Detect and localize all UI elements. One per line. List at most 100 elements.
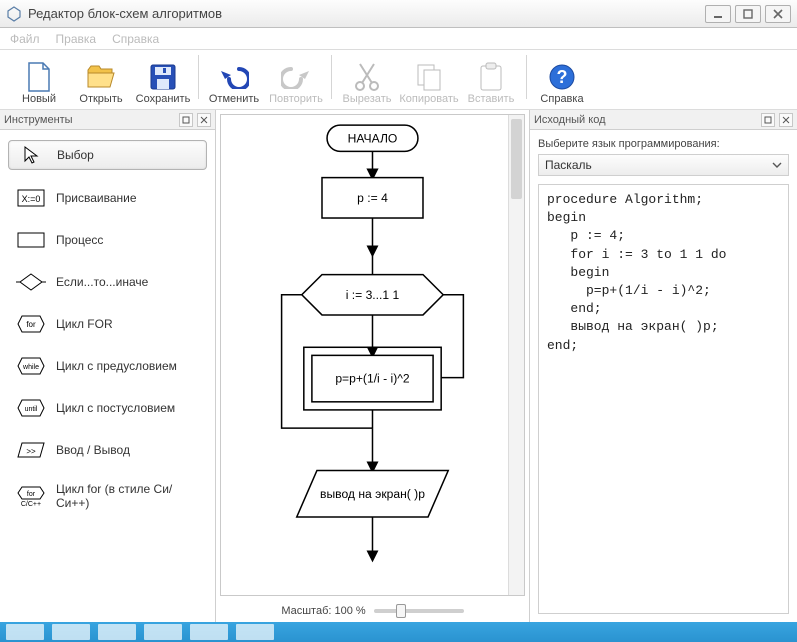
source-code[interactable]: procedure Algorithm; begin p := 4; for i… (538, 184, 789, 614)
code-panel-title-text: Исходный код (534, 114, 606, 126)
floppy-save-icon (149, 61, 177, 93)
tool-for[interactable]: for Цикл FOR (8, 310, 207, 338)
language-label: Выберите язык программирования: (530, 130, 797, 154)
taskbar-item[interactable] (98, 624, 136, 640)
svg-text:for: for (26, 320, 36, 329)
taskbar-item[interactable] (144, 624, 182, 640)
help-icon: ? (548, 61, 576, 93)
menu-help[interactable]: Справка (112, 32, 159, 46)
os-taskbar (0, 622, 797, 642)
tool-label: Цикл FOR (56, 317, 113, 331)
flow-node-loop: i := 3...1 1 (346, 288, 400, 302)
code-panel-title: Исходный код (530, 110, 797, 130)
toolbar-label: Копировать (399, 93, 458, 105)
svg-text:for: for (27, 491, 36, 498)
file-new-icon (26, 61, 52, 93)
toolbar-separator (331, 55, 332, 99)
redo-button[interactable]: Повторить (265, 59, 327, 107)
flowchart-canvas[interactable]: НАЧАЛО p := 4 i := 3...1 1 p=p+(1/i - i)… (220, 114, 525, 596)
while-loop-icon: while (16, 356, 46, 376)
toolbar-label: Новый (22, 93, 56, 105)
scrollbar-thumb[interactable] (511, 119, 522, 199)
menu-file[interactable]: Файл (10, 32, 40, 46)
window-title: Редактор блок-схем алгоритмов (28, 6, 222, 21)
toolbar-label: Вырезать (343, 93, 392, 105)
tool-while[interactable]: while Цикл с предусловием (8, 352, 207, 380)
paste-button[interactable]: Вставить (460, 59, 522, 107)
redo-icon (281, 61, 311, 93)
folder-open-icon (86, 61, 116, 93)
svg-text:until: until (25, 406, 38, 413)
panel-close-button[interactable] (197, 113, 211, 127)
copy-button[interactable]: Копировать (398, 59, 460, 107)
minimize-button[interactable] (705, 5, 731, 23)
language-select[interactable]: Паскаль (538, 154, 789, 176)
tool-process[interactable]: Процесс (8, 226, 207, 254)
panel-float-button[interactable] (179, 113, 193, 127)
tool-list: Выбор X:=0 Присваивание Процесс Если...т… (0, 130, 215, 524)
tool-label: Цикл с постусловием (56, 401, 175, 415)
panel-float-button[interactable] (761, 113, 775, 127)
process-icon (16, 230, 46, 250)
save-button[interactable]: Сохранить (132, 59, 194, 107)
panel-close-button[interactable] (779, 113, 793, 127)
close-button[interactable] (765, 5, 791, 23)
flow-node-assign: p := 4 (357, 191, 388, 205)
undo-icon (219, 61, 249, 93)
code-panel: Исходный код Выберите язык программирова… (529, 110, 797, 622)
undo-button[interactable]: Отменить (203, 59, 265, 107)
svg-text:C/C++: C/C++ (21, 501, 41, 507)
tools-panel-title-text: Инструменты (4, 114, 73, 126)
taskbar-item[interactable] (6, 624, 44, 640)
svg-text:?: ? (557, 67, 568, 87)
toolbar-label: Сохранить (136, 93, 191, 105)
svg-text:>>: >> (26, 447, 36, 456)
svg-text:while: while (22, 364, 39, 371)
language-value: Паскаль (545, 158, 592, 172)
cursor-icon (17, 145, 47, 165)
tool-label: Если...то...иначе (56, 275, 148, 289)
toolbar-label: Вставить (468, 93, 515, 105)
menu-bar: Файл Правка Справка (0, 28, 797, 50)
toolbar-label: Открыть (79, 93, 122, 105)
maximize-button[interactable] (735, 5, 761, 23)
scissors-icon (354, 61, 380, 93)
zoom-slider[interactable] (374, 609, 464, 613)
app-icon (6, 6, 22, 22)
cut-button[interactable]: Вырезать (336, 59, 398, 107)
tool-label: Ввод / Вывод (56, 443, 130, 457)
title-bar: Редактор блок-схем алгоритмов (0, 0, 797, 28)
zoom-bar: Масштаб: 100 % (216, 600, 529, 622)
for-loop-icon: for (16, 314, 46, 334)
tools-panel: Инструменты Выбор X:=0 Присваивание Проц… (0, 110, 216, 622)
zoom-slider-thumb[interactable] (396, 604, 406, 618)
taskbar-item[interactable] (52, 624, 90, 640)
toolbar-separator (198, 55, 199, 99)
for-c-icon: for C/C++ (16, 486, 46, 506)
tool-ifelse[interactable]: Если...то...иначе (8, 268, 207, 296)
help-button[interactable]: ? Справка (531, 59, 593, 107)
tool-for-c[interactable]: for C/C++ Цикл for (в стиле Си/Си++) (8, 478, 207, 514)
taskbar-item[interactable] (236, 624, 274, 640)
tool-label: Цикл for (в стиле Си/Си++) (56, 482, 199, 510)
assign-icon: X:=0 (16, 188, 46, 208)
tool-select[interactable]: Выбор (8, 140, 207, 170)
zoom-label: Масштаб: 100 % (281, 605, 365, 617)
tool-until[interactable]: until Цикл с постусловием (8, 394, 207, 422)
tool-assign[interactable]: X:=0 Присваивание (8, 184, 207, 212)
copy-icon (415, 61, 443, 93)
toolbar: Новый Открыть Сохранить Отменить Повтори… (0, 50, 797, 110)
tool-label: Выбор (57, 148, 94, 162)
chevron-down-icon (772, 162, 782, 168)
tool-io[interactable]: >> Ввод / Вывод (8, 436, 207, 464)
taskbar-item[interactable] (190, 624, 228, 640)
paste-icon (478, 61, 504, 93)
vertical-scrollbar[interactable] (508, 115, 524, 595)
new-button[interactable]: Новый (8, 59, 70, 107)
flow-node-start: НАЧАЛО (348, 131, 398, 145)
open-button[interactable]: Открыть (70, 59, 132, 107)
io-icon: >> (16, 440, 46, 460)
menu-edit[interactable]: Правка (56, 32, 97, 46)
canvas-panel: НАЧАЛО p := 4 i := 3...1 1 p=p+(1/i - i)… (216, 110, 529, 622)
toolbar-label: Справка (540, 93, 583, 105)
